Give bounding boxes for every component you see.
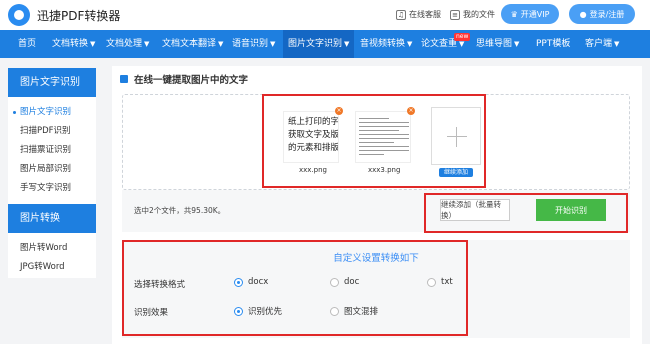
nav-item-doc-convert[interactable]: 文档转换 ▼ xyxy=(52,30,95,58)
sidebar-item-jpg-to-word[interactable]: JPG转Word xyxy=(8,258,96,277)
sidebar-section-convert: 图片转换 xyxy=(8,204,96,233)
chevron-down-icon: ▼ xyxy=(144,40,150,48)
nav-item-home[interactable]: 首页 xyxy=(18,30,36,58)
highlight-box xyxy=(424,193,628,233)
chevron-down-icon: ▼ xyxy=(407,40,413,48)
highlight-box xyxy=(122,240,468,336)
my-files-link[interactable]: ≡ 我的文件 xyxy=(450,9,495,20)
app-logo[interactable]: 迅捷PDF转换器 xyxy=(8,4,120,26)
nav-item-ppt[interactable]: PPT模板 xyxy=(536,30,570,58)
nav-item-doc-process[interactable]: 文档处理 ▼ xyxy=(106,30,149,58)
top-header: 迅捷PDF转换器 ♫ 在线客服 ≡ 我的文件 ♛ 开通VIP ● 登录/注册 xyxy=(0,0,650,30)
user-icon: ● xyxy=(579,9,587,19)
sidebar-item-img-to-word[interactable]: 图片转Word xyxy=(8,239,96,258)
sidebar-item-handwriting[interactable]: 手写文字识别 xyxy=(8,179,96,198)
nav-item-translate[interactable]: 文档文本翻译 ▼ xyxy=(162,30,223,58)
chevron-down-icon: ▼ xyxy=(218,40,224,48)
new-badge: new xyxy=(454,33,471,41)
login-label: 登录/注册 xyxy=(589,9,625,19)
file-count: 选中2个文件，共95.30K。 xyxy=(134,206,226,215)
nav-item-paper-check[interactable]: 论文查重 ▼ new xyxy=(421,30,471,58)
sidebar: 图片文字识别 图片文字识别 扫描PDF识别 扫描票证识别 图片局部识别 手写文字… xyxy=(8,68,96,278)
highlight-box xyxy=(262,94,486,188)
main-nav: 首页 文档转换 ▼ 文档处理 ▼ 文档文本翻译 ▼ 语音识别 ▼ 图片文字识别 ▼ 音视频… xyxy=(0,30,650,58)
nav-item-speech[interactable]: 语音识别 ▼ xyxy=(232,30,275,58)
sidebar-item-scan-pdf[interactable]: 扫描PDF识别 xyxy=(8,122,96,141)
vip-label: 开通VIP xyxy=(520,9,550,19)
file-icon: ≡ xyxy=(450,9,460,20)
nav-item-av-convert[interactable]: 音视频转换 ▼ xyxy=(360,30,412,58)
nav-item-mindmap[interactable]: 思维导图 ▼ xyxy=(476,30,519,58)
chevron-down-icon: ▼ xyxy=(344,40,350,48)
chevron-down-icon: ▼ xyxy=(459,40,465,48)
chevron-down-icon: ▼ xyxy=(614,40,620,48)
vip-button[interactable]: ♛ 开通VIP xyxy=(501,4,559,24)
crown-icon: ♛ xyxy=(510,9,518,19)
title-icon xyxy=(120,75,128,83)
main-title: 在线一键提取图片中的文字 xyxy=(120,72,248,86)
headset-icon: ♫ xyxy=(396,9,406,20)
logo-icon xyxy=(8,4,30,26)
sidebar-item-partial[interactable]: 图片局部识别 xyxy=(8,160,96,179)
nav-item-image-ocr[interactable]: 图片文字识别 ▼ xyxy=(283,30,355,58)
app-name: 迅捷PDF转换器 xyxy=(37,8,121,23)
sidebar-section-ocr: 图片文字识别 xyxy=(8,68,96,97)
support-label: 在线客服 xyxy=(409,10,441,19)
chevron-down-icon: ▼ xyxy=(514,40,520,48)
files-label: 我的文件 xyxy=(463,10,495,19)
support-link[interactable]: ♫ 在线客服 xyxy=(396,9,441,20)
sidebar-item-scan-ticket[interactable]: 扫描票证识别 xyxy=(8,141,96,160)
chevron-down-icon: ▼ xyxy=(90,40,96,48)
sidebar-item-image-ocr[interactable]: 图片文字识别 xyxy=(8,103,96,122)
login-button[interactable]: ● 登录/注册 xyxy=(569,4,635,24)
nav-item-client[interactable]: 客户端 ▼ xyxy=(585,30,619,58)
chevron-down-icon: ▼ xyxy=(270,40,276,48)
